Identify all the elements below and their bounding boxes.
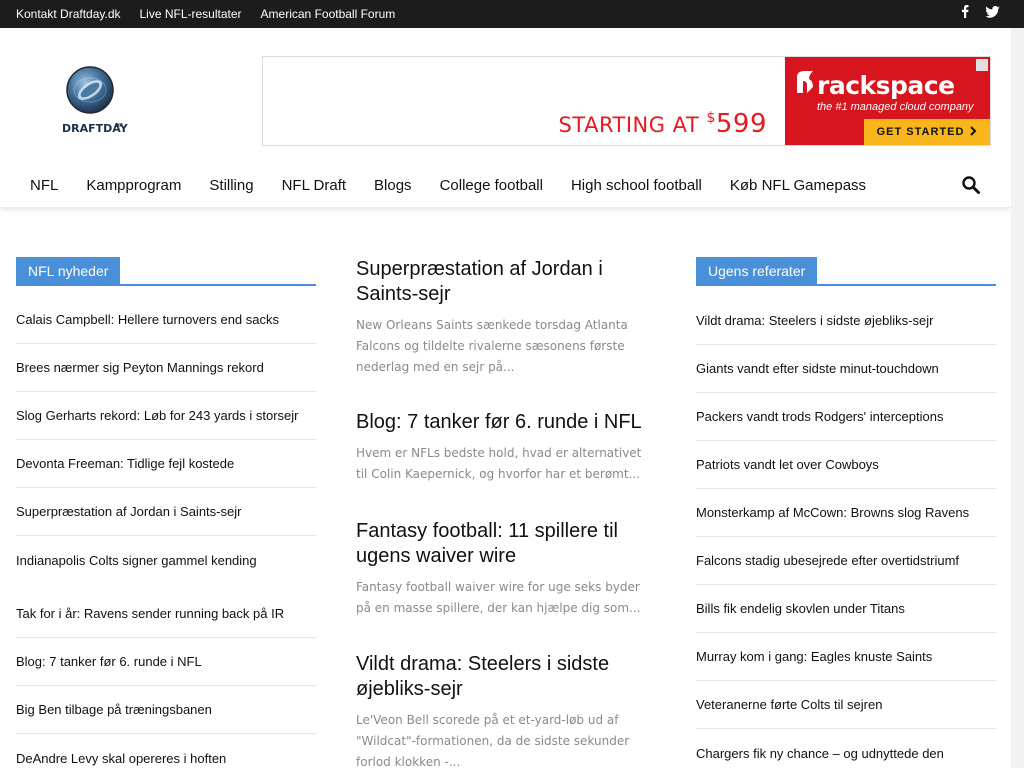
site-logo[interactable]: DRAFTDAY DK bbox=[60, 66, 130, 140]
ad-brand-panel: rackspace the #1 managed cloud company G… bbox=[785, 57, 990, 145]
article-excerpt: Le'Veon Bell scorede på et et-yard-løb u… bbox=[356, 713, 630, 768]
weekly-recaps-list: Vildt drama: Steelers i sidste øjebliks-… bbox=[696, 297, 996, 768]
article-excerpt: Fantasy football waiver wire for uge sek… bbox=[356, 580, 641, 615]
nav-item-blogs[interactable]: Blogs bbox=[360, 177, 426, 194]
article-card: Blog: 7 tanker før 6. runde i NFL Hvem e… bbox=[356, 410, 656, 485]
top-link-live-results[interactable]: Live NFL-resultater bbox=[140, 7, 242, 21]
weekly-recaps-heading: Ugens referater bbox=[696, 257, 996, 286]
article-card: Vildt drama: Steelers i sidste øjebliks-… bbox=[356, 652, 656, 768]
ad-brand-name: rackspace bbox=[817, 71, 955, 100]
ad-price-prefix: STARTING AT bbox=[558, 113, 700, 137]
list-item[interactable]: Packers vandt trods Rodgers' interceptio… bbox=[696, 393, 996, 441]
rackspace-logo-icon bbox=[793, 69, 817, 100]
adchoices-icon[interactable] bbox=[976, 59, 988, 71]
article-excerpt: Hvem er NFLs bedste hold, hvad er altern… bbox=[356, 446, 642, 481]
weekly-recaps-heading-label: Ugens referater bbox=[696, 257, 818, 286]
list-item[interactable]: Falcons stadig ubesejrede efter overtids… bbox=[696, 537, 996, 585]
search-icon[interactable] bbox=[961, 175, 981, 195]
list-item[interactable]: Indianapolis Colts signer gammel kending bbox=[16, 536, 316, 584]
nav-item-nfl-draft[interactable]: NFL Draft bbox=[268, 177, 360, 194]
list-item[interactable]: Calais Campbell: Hellere turnovers end s… bbox=[16, 296, 316, 344]
article-title[interactable]: Fantasy football: 11 spillere til ugens … bbox=[356, 519, 656, 569]
ad-tagline: the #1 managed cloud company bbox=[817, 101, 974, 113]
nav-items: NFL Kampprogram Stilling NFL Draft Blogs… bbox=[16, 162, 880, 208]
list-item[interactable]: Big Ben tilbage på træningsbanen bbox=[16, 686, 316, 734]
chevron-right-icon bbox=[970, 125, 977, 139]
article-card: Fantasy football: 11 spillere til ugens … bbox=[356, 519, 656, 619]
list-item[interactable]: Chargers fik ny chance – og udnyttede de… bbox=[696, 729, 996, 768]
top-link-forum[interactable]: American Football Forum bbox=[261, 7, 396, 21]
list-item[interactable]: Devonta Freeman: Tidlige fejl kostede bbox=[16, 440, 316, 488]
page-scroll-gutter bbox=[1011, 28, 1024, 768]
social-links bbox=[961, 0, 1000, 28]
ad-banner[interactable]: STARTING AT $599 rackspace the #1 manage… bbox=[262, 56, 991, 146]
nfl-news-heading: NFL nyheder bbox=[16, 257, 316, 286]
main-nav: NFL Kampprogram Stilling NFL Draft Blogs… bbox=[0, 162, 1011, 208]
list-item[interactable]: Patriots vandt let over Cowboys bbox=[696, 441, 996, 489]
nfl-news-list: Calais Campbell: Hellere turnovers end s… bbox=[16, 296, 316, 584]
ad-get-started-button[interactable]: GET STARTED bbox=[864, 119, 990, 145]
nfl-news-heading-label: NFL nyheder bbox=[16, 257, 121, 286]
top-links: Kontakt Draftday.dk Live NFL-resultater … bbox=[16, 0, 414, 28]
article-title[interactable]: Blog: 7 tanker før 6. runde i NFL bbox=[356, 410, 656, 435]
list-item[interactable]: Bills fik endelig skovlen under Titans bbox=[696, 585, 996, 633]
top-link-contact[interactable]: Kontakt Draftday.dk bbox=[16, 7, 121, 21]
nav-item-gamepass[interactable]: Køb NFL Gamepass bbox=[716, 177, 880, 194]
ad-cta-label: GET STARTED bbox=[876, 126, 965, 138]
nav-item-kampprogram[interactable]: Kampprogram bbox=[72, 177, 195, 194]
ad-price: STARTING AT $599 bbox=[559, 109, 767, 139]
list-item[interactable]: Vildt drama: Steelers i sidste øjebliks-… bbox=[696, 297, 996, 345]
ad-price-currency: $ bbox=[706, 110, 716, 126]
list-item[interactable]: Giants vandt efter sidste minut-touchdow… bbox=[696, 345, 996, 393]
list-item[interactable]: Blog: 7 tanker før 6. runde i NFL bbox=[16, 638, 316, 686]
article-title[interactable]: Vildt drama: Steelers i sidste øjebliks-… bbox=[356, 652, 656, 702]
facebook-icon[interactable] bbox=[961, 5, 969, 23]
twitter-icon[interactable] bbox=[985, 5, 1000, 23]
list-item[interactable]: Veteranerne førte Colts til sejren bbox=[696, 681, 996, 729]
list-item[interactable]: Murray kom i gang: Eagles knuste Saints bbox=[696, 633, 996, 681]
article-title[interactable]: Superpræstation af Jordan i Saints-sejr bbox=[356, 257, 656, 307]
article-card: Superpræstation af Jordan i Saints-sejr … bbox=[356, 257, 656, 378]
nav-item-college-football[interactable]: College football bbox=[426, 177, 557, 194]
nav-item-high-school-football[interactable]: High school football bbox=[557, 177, 716, 194]
ad-price-amount: 599 bbox=[715, 109, 767, 139]
nfl-news-list-more: Tak for i år: Ravens sender running back… bbox=[16, 590, 316, 768]
logo-suffix: DK bbox=[115, 123, 124, 129]
top-bar: Kontakt Draftday.dk Live NFL-resultater … bbox=[0, 0, 1024, 28]
list-item[interactable]: Superpræstation af Jordan i Saints-sejr bbox=[16, 488, 316, 536]
list-item[interactable]: Slog Gerharts rekord: Løb for 243 yards … bbox=[16, 392, 316, 440]
list-item[interactable]: Brees nærmer sig Peyton Mannings rekord bbox=[16, 344, 316, 392]
nav-item-nfl[interactable]: NFL bbox=[16, 177, 72, 194]
nav-item-stilling[interactable]: Stilling bbox=[195, 177, 267, 194]
list-item[interactable]: DeAndre Levy skal opereres i hoften bbox=[16, 734, 316, 768]
list-item[interactable]: Tak for i år: Ravens sender running back… bbox=[16, 590, 316, 638]
list-item[interactable]: Monsterkamp af McCown: Browns slog Raven… bbox=[696, 489, 996, 537]
ad-offer-panel: STARTING AT $599 bbox=[263, 57, 785, 145]
article-excerpt: New Orleans Saints sænkede torsdag Atlan… bbox=[356, 318, 628, 374]
